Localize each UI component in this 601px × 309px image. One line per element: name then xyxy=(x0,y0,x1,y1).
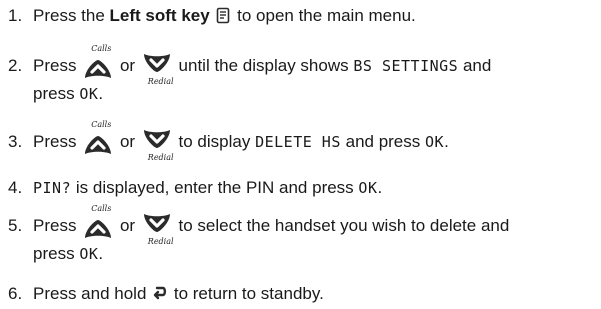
step-text: Press xyxy=(33,56,77,75)
redial-down-key-icon: Redial xyxy=(142,210,174,246)
step-number: 3. xyxy=(8,132,23,151)
ok-display-text: OK xyxy=(79,245,99,263)
period: . xyxy=(444,132,449,151)
step-text: to open the main menu. xyxy=(232,6,416,25)
step-text: Press xyxy=(33,216,77,235)
step-number: 4. xyxy=(8,178,23,197)
step-text: to return to standby. xyxy=(173,284,324,303)
redial-label: Redial xyxy=(147,153,174,162)
step-5: 5. Press Calls or Redial to select the ha… xyxy=(8,205,593,268)
step-text: to display xyxy=(178,132,251,151)
redial-down-key-icon: Redial xyxy=(142,126,174,162)
step-number: 1. xyxy=(8,6,23,25)
instruction-document: 1. Press the Left soft key to open the ma… xyxy=(0,0,601,309)
left-soft-key-icon xyxy=(217,7,230,24)
display-text: DELETE HS xyxy=(255,133,341,151)
step-text: Press xyxy=(33,132,77,151)
left-soft-key-label: Left soft key xyxy=(109,6,210,25)
step-text: to select the handset you wish to delete… xyxy=(178,216,510,235)
step-text: is displayed, enter the PIN and press xyxy=(75,178,354,197)
display-text: BS SETTINGS xyxy=(353,57,459,75)
calls-label: Calls xyxy=(91,120,112,129)
step-text: press xyxy=(33,244,75,263)
calls-up-key-icon: Calls xyxy=(83,205,113,240)
step-text: Press the xyxy=(33,6,110,25)
calls-label: Calls xyxy=(91,204,112,213)
step-number: 2. xyxy=(8,56,23,75)
calls-label: Calls xyxy=(91,44,112,53)
step-4: 4. PIN? is displayed, enter the PIN and p… xyxy=(8,174,593,202)
step-text: or xyxy=(119,56,136,75)
period: . xyxy=(377,178,383,197)
step-text: press xyxy=(33,84,75,103)
ok-display-text: OK xyxy=(425,133,445,151)
redial-label: Redial xyxy=(147,77,174,86)
step-2: 2. Press Calls or Redial until the displa… xyxy=(8,45,593,108)
step-text: until the display shows xyxy=(178,56,349,75)
step-1: 1. Press the Left soft key to open the ma… xyxy=(8,2,593,30)
redial-down-key-icon: Redial xyxy=(142,50,174,86)
step-text: and press xyxy=(345,132,421,151)
step-number: 6. xyxy=(8,284,23,303)
step-number: 5. xyxy=(8,216,23,235)
step-continuation: press OK. xyxy=(8,240,593,268)
step-text: Press and hold xyxy=(33,284,147,303)
period: . xyxy=(98,244,104,263)
step-3: 3. Press Calls or Redial to display DELET… xyxy=(8,121,593,162)
back-end-key-icon xyxy=(153,286,167,300)
display-text: PIN? xyxy=(33,179,72,197)
ok-display-text: OK xyxy=(358,179,378,197)
calls-up-key-icon: Calls xyxy=(83,121,113,156)
ok-display-text: OK xyxy=(79,85,99,103)
step-text: or xyxy=(119,216,136,235)
step-text: or xyxy=(119,132,136,151)
period: . xyxy=(98,84,104,103)
calls-up-key-icon: Calls xyxy=(83,45,113,80)
step-continuation: press OK. xyxy=(8,80,593,108)
step-6: 6. Press and hold to return to standby. xyxy=(8,280,593,308)
step-text: and xyxy=(462,56,492,75)
redial-label: Redial xyxy=(147,237,174,246)
